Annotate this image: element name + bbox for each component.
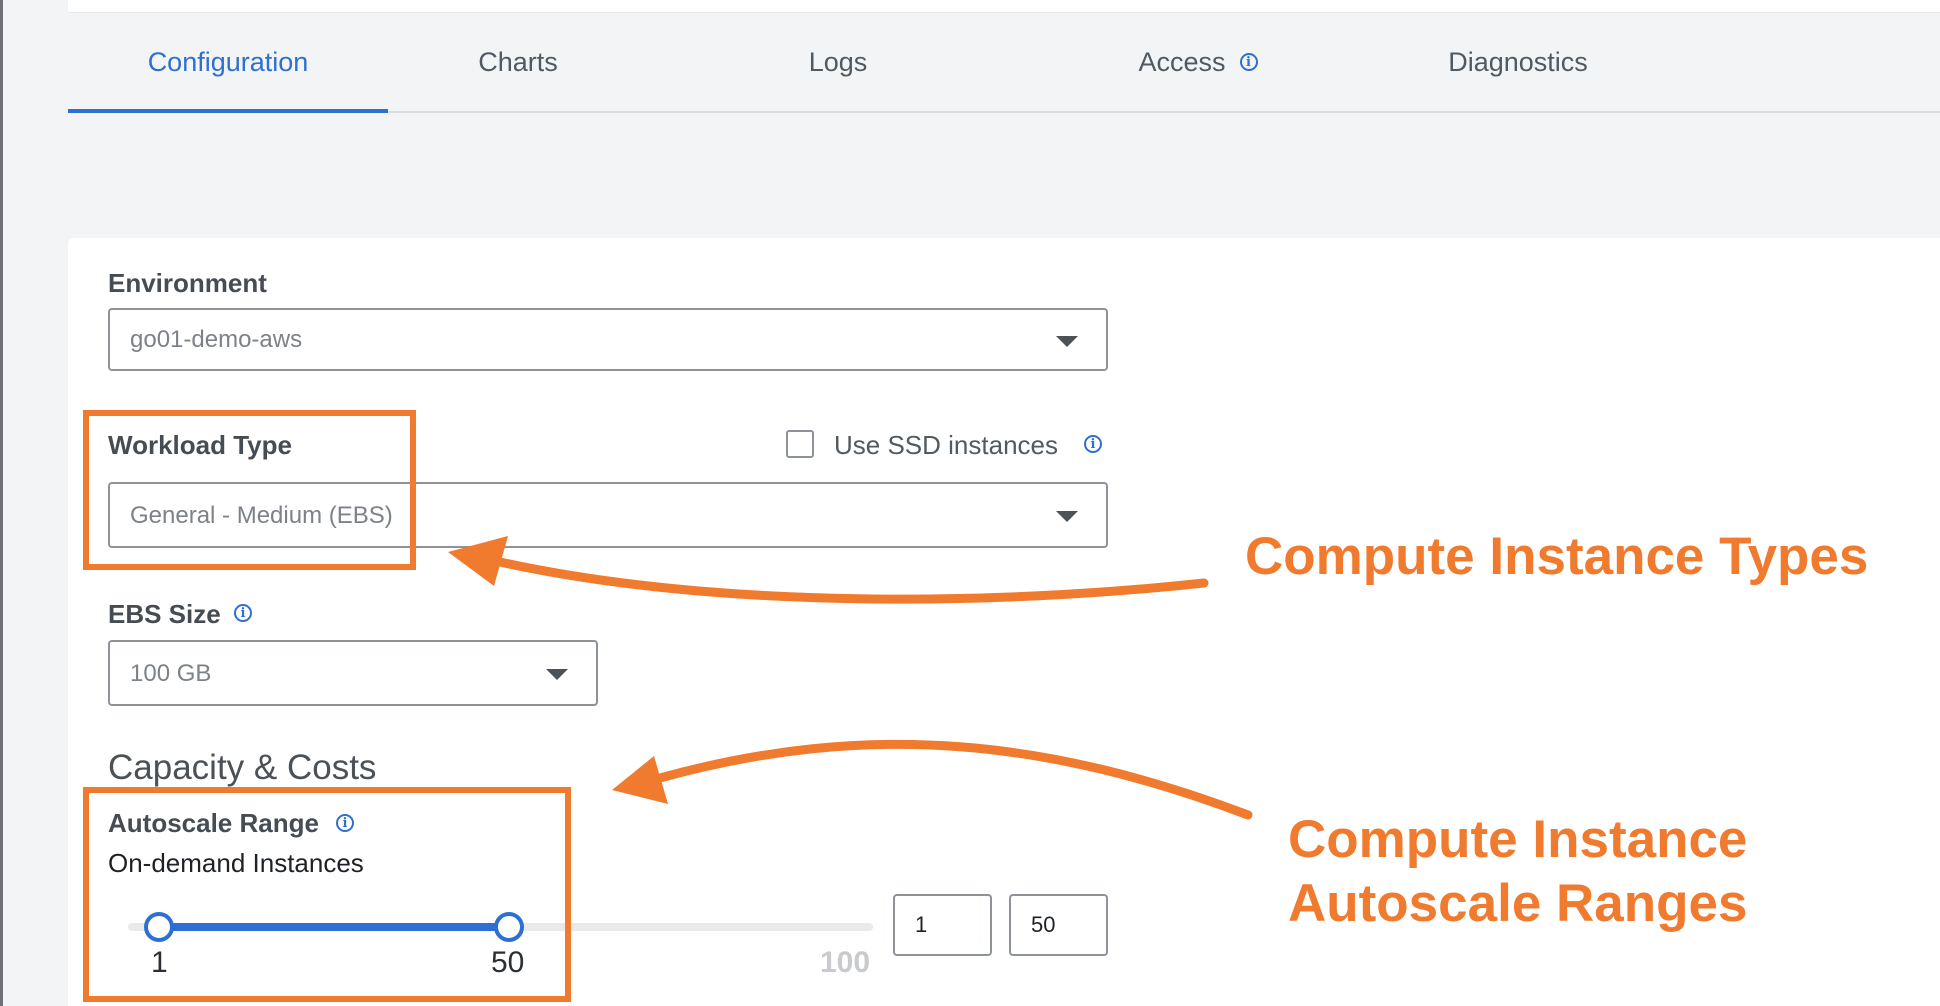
arrowhead-icon <box>612 756 668 804</box>
arrowhead-icon <box>448 536 508 586</box>
arrow-to-workload <box>495 557 1209 604</box>
annotation-autoscale-line2: Autoscale Ranges <box>1288 874 1748 933</box>
annotation-autoscale-line1: Compute Instance <box>1288 810 1748 869</box>
arrow-to-autoscale <box>655 739 1253 820</box>
annotation-instance-types: Compute Instance Types <box>1245 527 1869 586</box>
